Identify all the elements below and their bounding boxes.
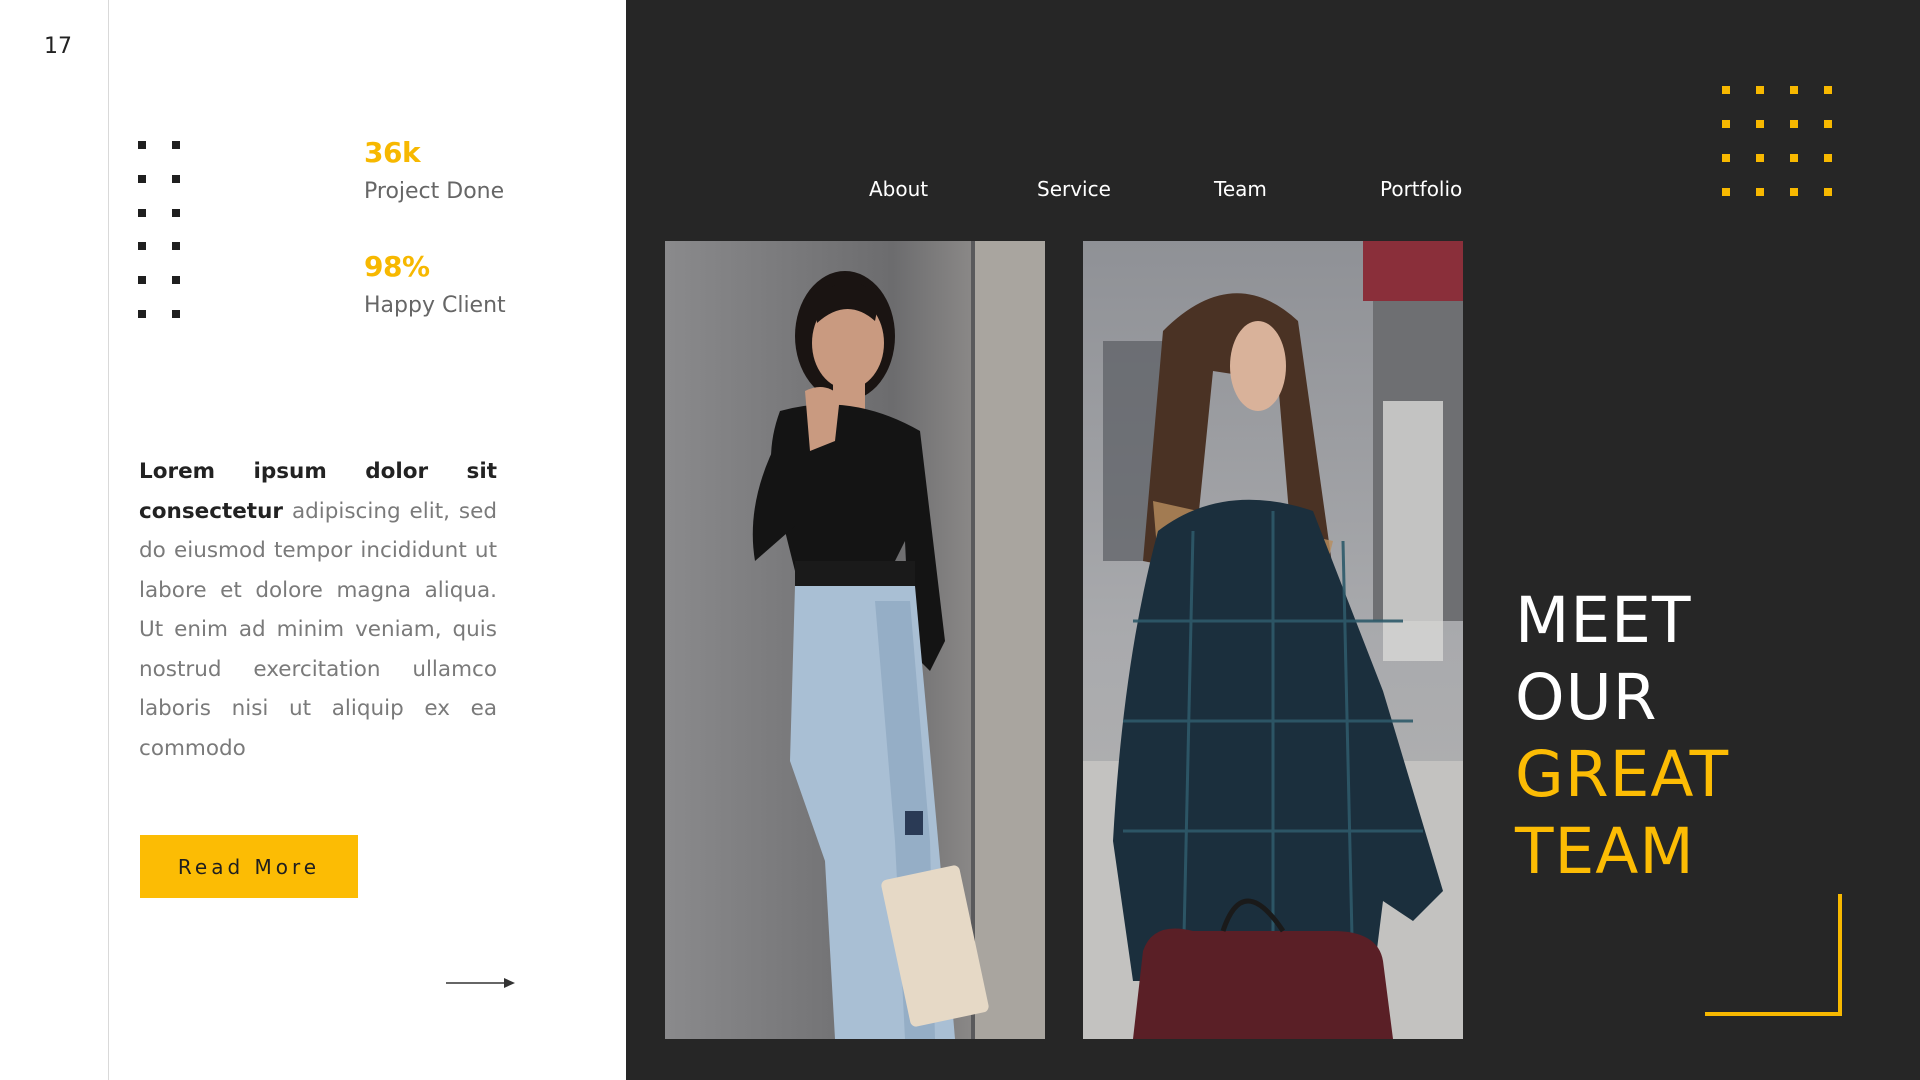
arrow-right-icon[interactable]: [446, 976, 516, 990]
stat-happy-client: 98% Happy Client: [364, 250, 506, 318]
stat-label: Project Done: [364, 179, 505, 204]
stat-project-done: 36k Project Done: [364, 136, 504, 204]
page-number: 17: [44, 34, 72, 59]
divider-line: [108, 0, 109, 1080]
body-paragraph: Lorem ipsum dolor sit consectetur adipis…: [139, 452, 497, 768]
stat-label: Happy Client: [364, 293, 506, 318]
stat-value: 36k: [364, 136, 421, 169]
headline-line-1: MEET: [1515, 584, 1692, 657]
headline-line-4: TEAM: [1515, 815, 1695, 888]
dot-grid-decoration: [138, 141, 186, 321]
headline: MEET OUR GREAT TEAM: [1515, 582, 1729, 890]
read-more-button[interactable]: Read More: [140, 835, 358, 898]
headline-line-2: OUR: [1515, 661, 1658, 734]
nav-item-portfolio[interactable]: Portfolio: [1380, 177, 1462, 201]
nav-item-about[interactable]: About: [869, 177, 928, 201]
team-photo-2: [1083, 241, 1463, 1039]
dot-grid-decoration-yellow: [1722, 86, 1838, 196]
team-photo-1: [665, 241, 1045, 1039]
corner-bracket-decoration: [1705, 894, 1842, 1016]
stat-value: 98%: [364, 250, 430, 283]
body-rest: adipiscing elit, sed do eiusmod tempor i…: [139, 498, 497, 761]
nav-item-service[interactable]: Service: [1037, 177, 1111, 201]
headline-line-3: GREAT: [1515, 738, 1730, 811]
nav-item-team[interactable]: Team: [1214, 177, 1267, 201]
